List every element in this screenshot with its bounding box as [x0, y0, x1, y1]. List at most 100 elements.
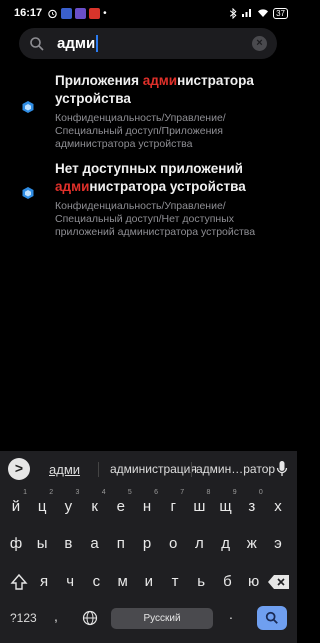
result-title: Приложения администратора устройства [55, 72, 287, 108]
key-number-hint: 2 [49, 489, 54, 496]
key-label: м [117, 573, 128, 590]
clear-search-button[interactable]: × [252, 36, 267, 51]
keyboard-row-1: й1ц2у3к4е5н6г7ш8щ9з0х [0, 489, 297, 519]
key-label: я [39, 573, 49, 590]
key-number-hint: 8 [206, 489, 211, 496]
device-admin-icon [22, 101, 34, 113]
key-label: ы [36, 535, 48, 552]
device-admin-icon [22, 187, 34, 199]
key-ь[interactable]: ь [189, 570, 213, 594]
title-text: Приложения [55, 73, 143, 88]
key-ш[interactable]: ш8 [187, 489, 211, 519]
search-input[interactable]: адми [57, 35, 99, 52]
expand-toolbar-button[interactable]: > [8, 458, 30, 480]
key-е[interactable]: е5 [109, 489, 133, 519]
key-у[interactable]: у3 [56, 489, 80, 519]
keyboard-bottom-row: ?123 , Русский . [0, 606, 297, 632]
comma-label: , [54, 608, 58, 624]
key-с[interactable]: с [84, 570, 108, 594]
key-label: в [64, 535, 73, 552]
search-query: адми [57, 35, 96, 52]
backspace-icon[interactable] [266, 570, 292, 594]
period-key[interactable]: . [229, 606, 233, 622]
alarm-icon [48, 9, 57, 18]
key-number-hint: 7 [180, 489, 185, 496]
key-number-hint: 9 [232, 489, 237, 496]
key-щ[interactable]: щ9 [214, 489, 238, 519]
key-ч[interactable]: ч [58, 570, 82, 594]
key-э[interactable]: э [266, 532, 290, 556]
key-label: п [116, 535, 125, 552]
key-п[interactable]: п [109, 532, 133, 556]
emoji-comma-key[interactable]: , [54, 608, 58, 624]
notification-icons: • [47, 7, 107, 19]
close-icon: × [256, 37, 263, 49]
key-р[interactable]: р [135, 532, 159, 556]
key-в[interactable]: в [56, 532, 80, 556]
key-label: ь [197, 573, 206, 590]
key-и[interactable]: и [137, 570, 161, 594]
search-result-item[interactable]: Нет доступных приложений администратора … [0, 158, 297, 238]
key-label: з [248, 498, 256, 515]
key-й[interactable]: й1 [4, 489, 28, 519]
key-т[interactable]: т [163, 570, 187, 594]
title-text: нистратора [177, 73, 254, 88]
key-label: й [11, 498, 21, 515]
key-number-hint: 5 [127, 489, 132, 496]
status-bar: 16:17 • 37 [0, 0, 297, 26]
suggestion-item[interactable]: администрация [110, 462, 197, 476]
result-title: Нет доступных приложений администратора … [55, 160, 287, 196]
key-label: л [195, 535, 204, 552]
key-о[interactable]: о [161, 532, 185, 556]
title-text: устройства [55, 91, 131, 106]
search-result-item[interactable]: Приложения администратора устройства Кон… [0, 70, 297, 150]
key-label: с [92, 573, 101, 590]
key-ц[interactable]: ц2 [30, 489, 54, 519]
key-з[interactable]: з0 [240, 489, 264, 519]
key-л[interactable]: л [187, 532, 211, 556]
search-icon [30, 36, 44, 51]
key-label: т [171, 573, 179, 590]
key-label: н [142, 498, 152, 515]
key-label: х [274, 498, 282, 515]
key-н[interactable]: н6 [135, 489, 159, 519]
key-label: к [91, 498, 98, 515]
search-bar[interactable]: адми × [19, 28, 277, 59]
key-number-hint: 4 [101, 489, 106, 496]
key-ф[interactable]: ф [4, 532, 28, 556]
suggestion-item[interactable]: админ…ратор [196, 462, 275, 476]
result-breadcrumb: Конфиденциальность/Управление/Специальны… [55, 112, 226, 150]
text-cursor [96, 35, 99, 52]
key-ы[interactable]: ы [30, 532, 54, 556]
key-label: а [90, 535, 99, 552]
key-д[interactable]: д [214, 532, 238, 556]
key-а[interactable]: а [83, 532, 107, 556]
key-number-hint: 6 [154, 489, 158, 496]
globe-icon[interactable] [82, 610, 98, 626]
key-label: ф [9, 535, 23, 552]
key-label: ч [66, 573, 75, 590]
key-к[interactable]: к4 [83, 489, 107, 519]
key-label: г [170, 498, 176, 515]
key-м[interactable]: м [111, 570, 135, 594]
key-ж[interactable]: ж [240, 532, 264, 556]
key-ю[interactable]: ю [242, 570, 266, 594]
microphone-icon[interactable] [276, 460, 288, 478]
search-icon [265, 611, 278, 624]
keyboard-search-button[interactable] [257, 606, 287, 630]
suggestion-item[interactable]: адми [49, 462, 80, 477]
key-г[interactable]: г7 [161, 489, 185, 519]
key-б[interactable]: б [215, 570, 239, 594]
key-label: ю [247, 573, 260, 590]
key-я[interactable]: я [32, 570, 56, 594]
key-х[interactable]: х [266, 495, 290, 519]
app-icon-red [89, 7, 101, 19]
key-label: р [142, 535, 152, 552]
signal-icon [242, 9, 252, 17]
key-label: о [169, 535, 178, 552]
space-key[interactable]: Русский [111, 608, 213, 629]
shift-icon[interactable] [6, 570, 32, 594]
status-time: 16:17 [14, 7, 43, 19]
symbols-key[interactable]: ?123 [10, 611, 37, 625]
app-icon-purple [75, 7, 87, 19]
